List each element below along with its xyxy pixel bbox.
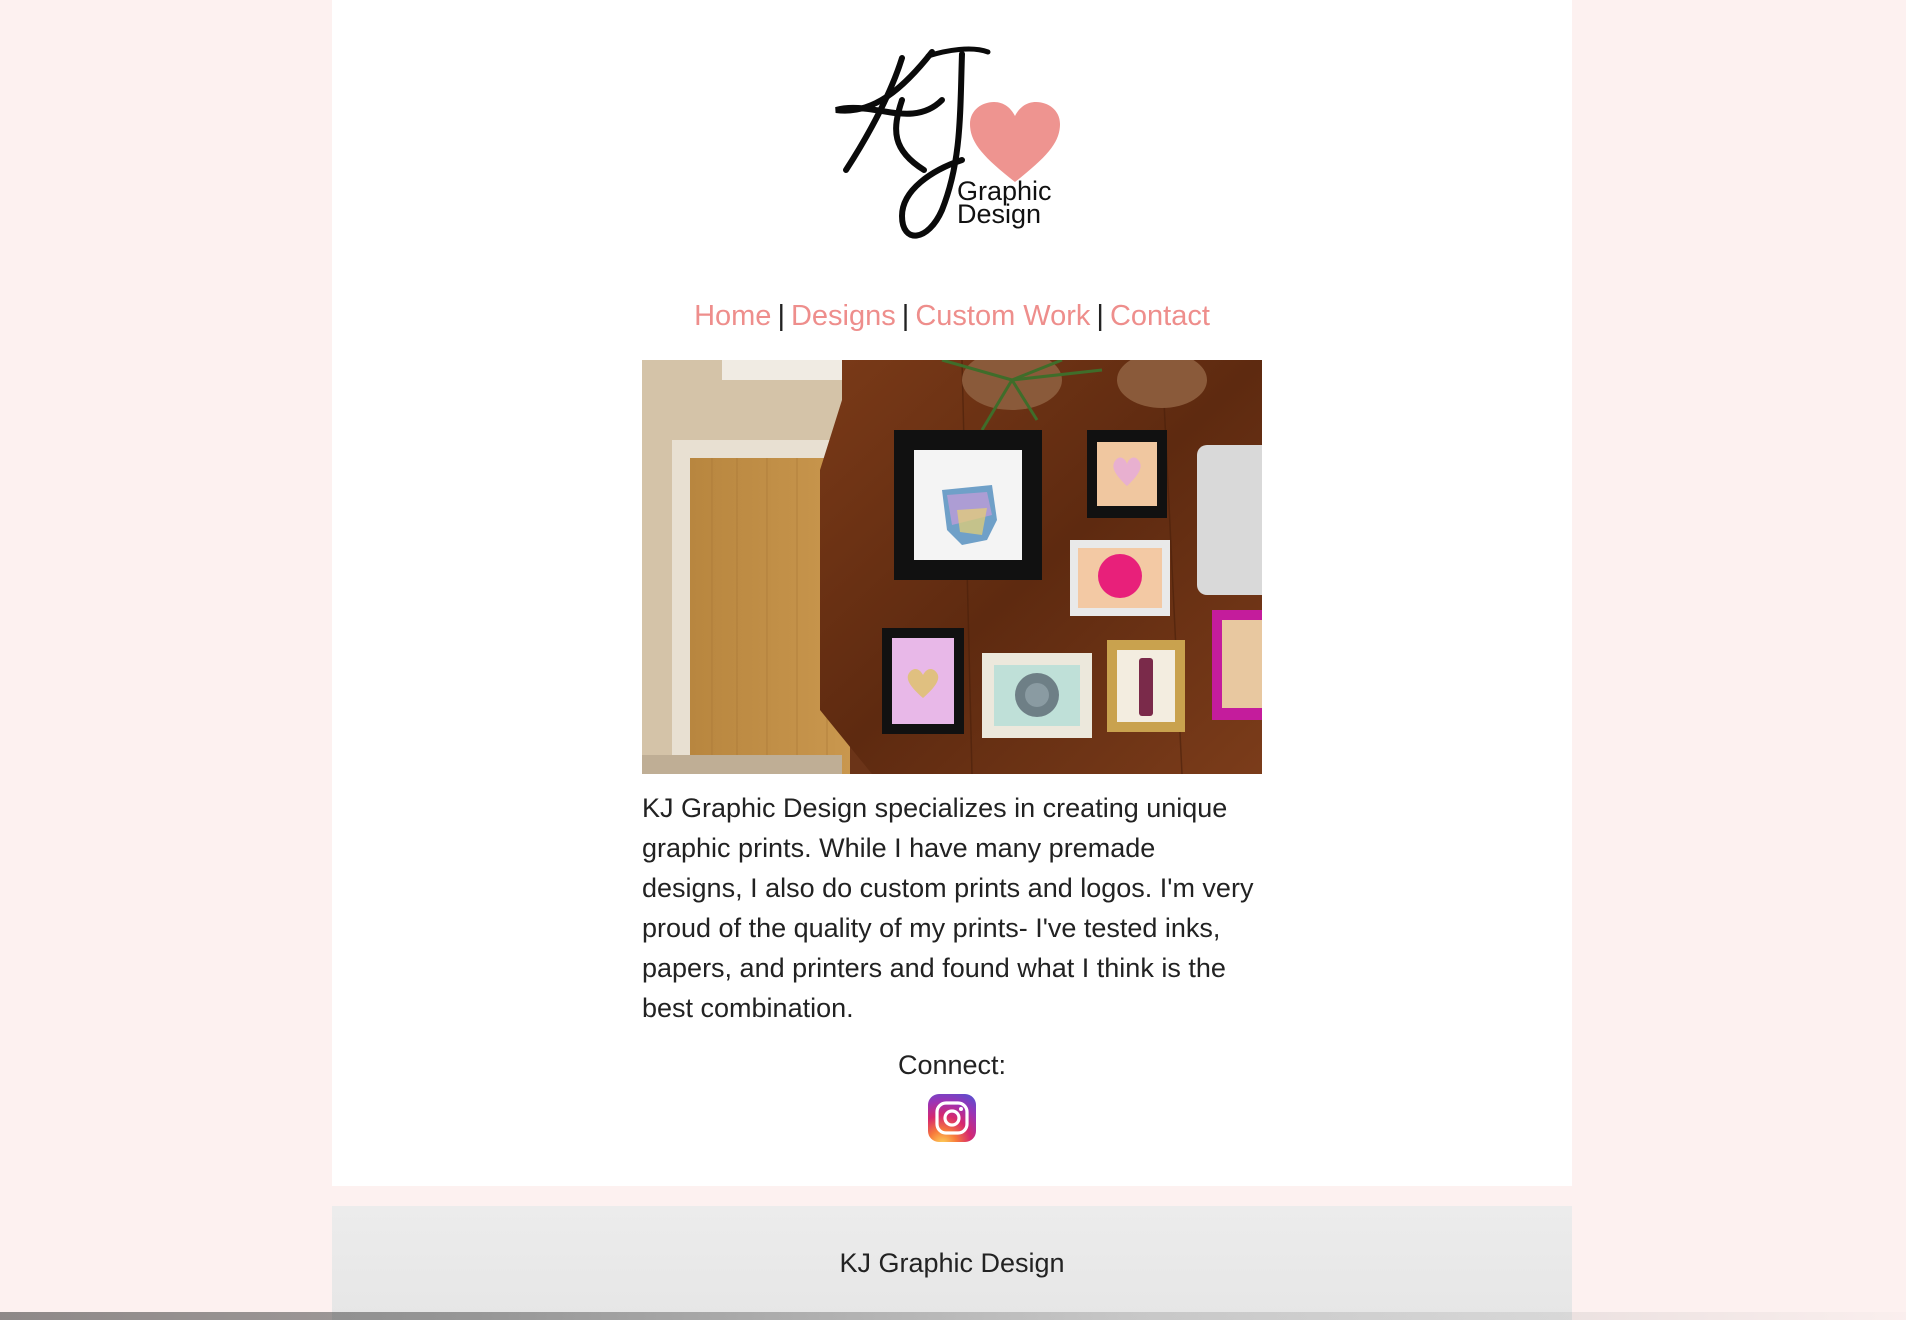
page-card: Graphic Design Home | Designs | Custom Work |… bbox=[332, 0, 1572, 1186]
nav-contact-link[interactable]: Contact bbox=[1110, 300, 1210, 332]
intro-paragraph: KJ Graphic Design specializes in creatin… bbox=[642, 793, 1254, 1023]
logo-word-design: Design bbox=[957, 199, 1042, 229]
nav-designs-link[interactable]: Designs bbox=[791, 300, 896, 332]
nav-separator: | bbox=[1096, 300, 1104, 332]
nav-separator: | bbox=[901, 300, 910, 332]
site-logo[interactable]: Graphic Design bbox=[832, 30, 1072, 260]
connect-label: Connect: bbox=[897, 1050, 1007, 1080]
hero-image bbox=[642, 360, 1262, 774]
footer-text: KJ Graphic Design bbox=[839, 1248, 1065, 1278]
nav-home-link[interactable]: Home bbox=[694, 300, 771, 332]
nav-separator: | bbox=[777, 300, 785, 332]
instagram-icon[interactable] bbox=[928, 1094, 976, 1142]
heart-icon bbox=[970, 102, 1060, 182]
main-nav: Home | Designs | Custom Work | Contact bbox=[332, 296, 1572, 336]
window-bottom-edge bbox=[0, 1312, 1906, 1320]
nav-custom-work-link[interactable]: Custom Work bbox=[915, 300, 1090, 332]
site-footer: KJ Graphic Design bbox=[332, 1206, 1572, 1320]
